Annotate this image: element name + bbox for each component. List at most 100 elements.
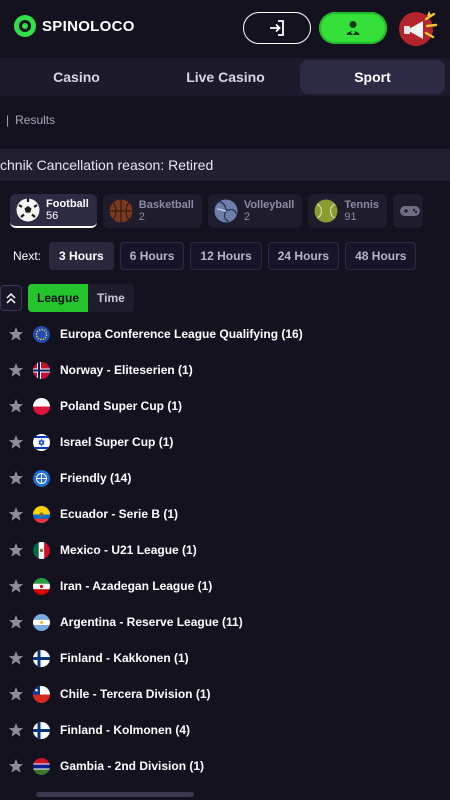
league-name: Argentina - Reserve League (11) xyxy=(60,615,243,629)
league-name: Friendly (14) xyxy=(60,471,132,485)
list-item[interactable]: Israel Super Cup (1) xyxy=(0,424,450,460)
argentina-flag-icon xyxy=(33,614,50,631)
poland-flag-icon xyxy=(33,398,50,415)
list-item[interactable]: Mexico - U21 League (1) xyxy=(0,532,450,568)
next-label: Next: xyxy=(13,249,42,263)
list-item[interactable]: Iran - Azadegan League (1) xyxy=(0,568,450,604)
register-button[interactable] xyxy=(319,12,387,44)
norway-flag-icon xyxy=(33,362,50,379)
tab-sport[interactable]: Sport xyxy=(300,60,445,94)
league-name: Poland Super Cup (1) xyxy=(60,399,183,413)
sport-chip-esports[interactable] xyxy=(393,194,423,228)
favorite-star-icon[interactable] xyxy=(8,326,24,342)
favorite-star-icon[interactable] xyxy=(8,542,24,558)
brand-logo[interactable]: SPINOLOCO xyxy=(14,14,135,38)
league-name: Chile - Tercera Division (1) xyxy=(60,687,211,701)
news-ticker: chnik Cancellation reason: Retired xyxy=(0,149,450,181)
list-item[interactable]: Argentina - Reserve League (11) xyxy=(0,604,450,640)
sort-by-league[interactable]: League xyxy=(28,284,89,312)
league-name: Finland - Kolmonen (4) xyxy=(60,723,190,737)
sort-toggle: League Time xyxy=(28,284,134,312)
sport-count: 56 xyxy=(46,210,59,222)
gambia-flag-icon xyxy=(33,758,50,775)
tab-casino[interactable]: Casino xyxy=(0,60,153,94)
chile-flag-icon xyxy=(33,686,50,703)
favorite-star-icon[interactable] xyxy=(8,686,24,702)
sort-controls: League Time xyxy=(0,284,134,312)
sport-name: Basketball xyxy=(138,199,194,211)
filter-48-hours[interactable]: 48 Hours xyxy=(345,242,417,270)
basketball-icon xyxy=(109,199,133,223)
horizontal-scrollbar[interactable] xyxy=(36,792,194,797)
filter-6-hours[interactable]: 6 Hours xyxy=(119,242,185,270)
favorite-star-icon[interactable] xyxy=(8,470,24,486)
mexico-flag-icon xyxy=(33,542,50,559)
filter-12-hours[interactable]: 12 Hours xyxy=(190,242,262,270)
volleyball-icon xyxy=(214,199,238,223)
favorite-star-icon[interactable] xyxy=(8,362,24,378)
league-name: Norway - Eliteserien (1) xyxy=(60,363,193,377)
sport-count: 2 xyxy=(243,211,250,223)
sport-selector: Football 56 Basketball 2 Volleyball 2 Te… xyxy=(10,194,423,228)
favorite-star-icon[interactable] xyxy=(8,650,24,666)
league-list: Europa Conference League Qualifying (16)… xyxy=(0,316,450,784)
login-icon xyxy=(270,20,284,36)
favorite-star-icon[interactable] xyxy=(8,722,24,738)
iran-flag-icon xyxy=(33,578,50,595)
favorite-star-icon[interactable] xyxy=(8,506,24,522)
breadcrumb-current: Results xyxy=(15,113,56,127)
sort-by-time[interactable]: Time xyxy=(88,284,134,312)
world-icon xyxy=(33,470,50,487)
league-name: Gambia - 2nd Division (1) xyxy=(60,759,205,773)
megaphone-promo-icon[interactable] xyxy=(396,8,440,48)
eu-flag-icon xyxy=(33,326,50,343)
favorite-star-icon[interactable] xyxy=(8,758,24,774)
favorite-star-icon[interactable] xyxy=(8,434,24,450)
sport-chip-volleyball[interactable]: Volleyball 2 xyxy=(207,194,303,228)
sport-name: Football xyxy=(46,198,89,210)
football-icon xyxy=(16,198,40,222)
league-name: Israel Super Cup (1) xyxy=(60,435,174,449)
filter-24-hours[interactable]: 24 Hours xyxy=(267,242,340,270)
favorite-star-icon[interactable] xyxy=(8,614,24,630)
list-item[interactable]: Gambia - 2nd Division (1) xyxy=(0,748,450,784)
favorite-star-icon[interactable] xyxy=(8,578,24,594)
league-name: Ecuador - Serie B (1) xyxy=(60,507,179,521)
sportsbook-page: SPINOLOCO Casino Live Casino Sport | Res… xyxy=(0,0,450,800)
main-nav: Casino Live Casino Sport xyxy=(0,58,450,96)
login-button[interactable] xyxy=(243,12,311,44)
list-item[interactable]: Friendly (14) xyxy=(0,460,450,496)
tab-live-casino[interactable]: Live Casino xyxy=(153,60,298,94)
filter-3-hours[interactable]: 3 Hours xyxy=(49,242,114,270)
israel-flag-icon xyxy=(33,434,50,451)
ecuador-flag-icon xyxy=(33,506,50,523)
list-item[interactable]: Finland - Kakkonen (1) xyxy=(0,640,450,676)
sport-chip-basketball[interactable]: Basketball 2 xyxy=(102,194,202,228)
league-name: Mexico - U21 League (1) xyxy=(60,543,197,557)
double-chevron-up-icon xyxy=(6,292,16,304)
sport-name: Volleyball xyxy=(243,199,295,211)
top-header: SPINOLOCO xyxy=(0,0,450,56)
time-filter: Next: 3 Hours 6 Hours 12 Hours 24 Hours … xyxy=(13,242,417,270)
league-name: Iran - Azadegan League (1) xyxy=(60,579,213,593)
sport-count: 91 xyxy=(344,211,357,223)
sport-chip-football[interactable]: Football 56 xyxy=(10,194,97,228)
list-item[interactable]: Europa Conference League Qualifying (16) xyxy=(0,316,450,352)
list-item[interactable]: Norway - Eliteserien (1) xyxy=(0,352,450,388)
favorite-star-icon[interactable] xyxy=(8,398,24,414)
league-name: Europa Conference League Qualifying (16) xyxy=(60,327,303,341)
tennis-icon xyxy=(314,199,338,223)
breadcrumb-separator: | xyxy=(6,113,10,127)
sport-name: Tennis xyxy=(344,199,379,211)
list-item[interactable]: Finland - Kolmonen (4) xyxy=(0,712,450,748)
finland-flag-icon xyxy=(33,722,50,739)
league-name: Finland - Kakkonen (1) xyxy=(60,651,189,665)
sport-count: 2 xyxy=(138,211,145,223)
list-item[interactable]: Poland Super Cup (1) xyxy=(0,388,450,424)
collapse-all-button[interactable] xyxy=(0,285,22,311)
add-user-icon xyxy=(346,21,360,35)
gamepad-icon xyxy=(400,206,420,216)
list-item[interactable]: Ecuador - Serie B (1) xyxy=(0,496,450,532)
list-item[interactable]: Chile - Tercera Division (1) xyxy=(0,676,450,712)
sport-chip-tennis[interactable]: Tennis 91 xyxy=(308,194,387,228)
